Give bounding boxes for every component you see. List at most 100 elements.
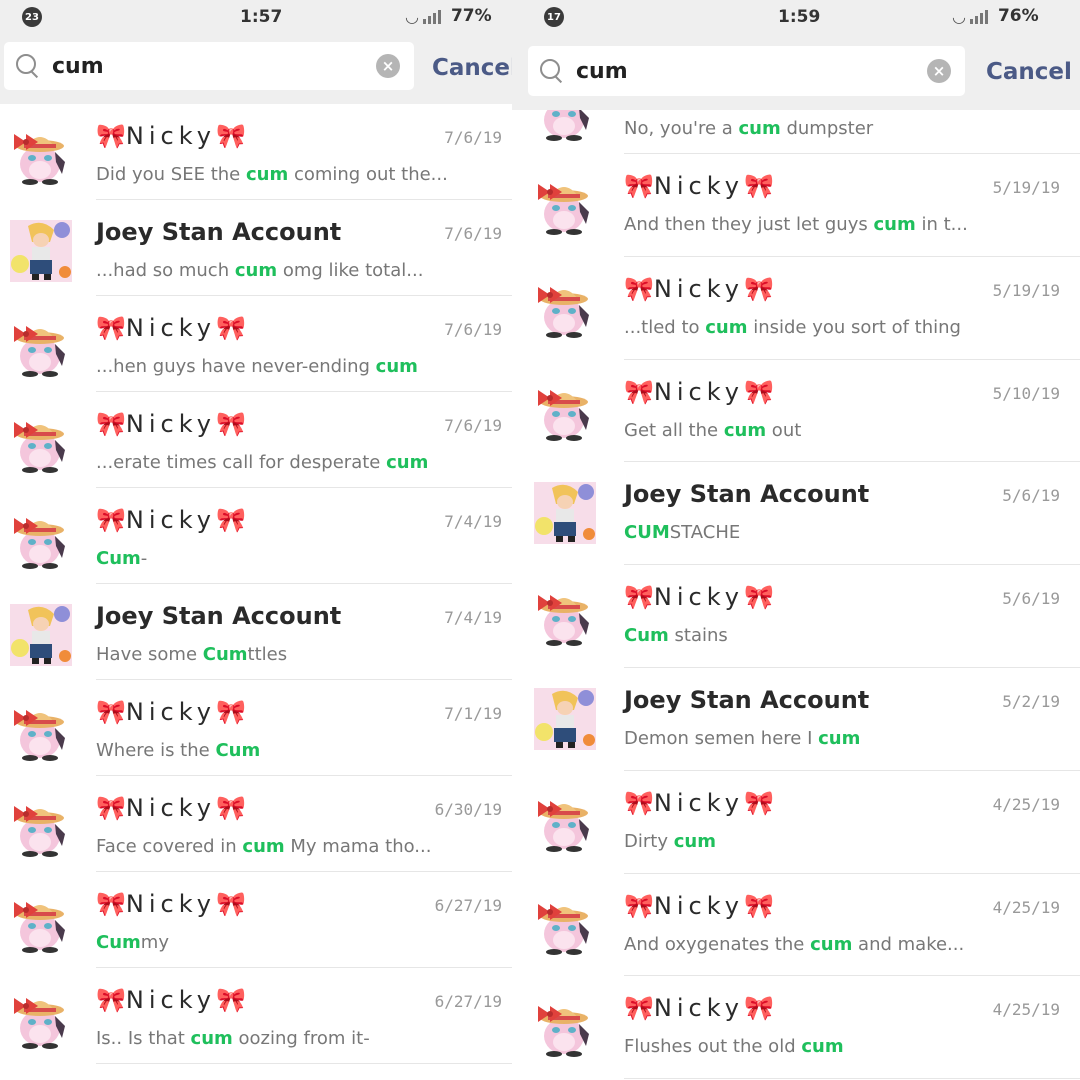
search-result-row[interactable]: 🎀Nicky🎀 5/19/19 ...tled to cum inside you … [512, 257, 1080, 360]
search-result-row[interactable]: 🎀Nicky🎀 7/6/19 ...hen guys have never-endi… [0, 296, 512, 392]
clear-search-icon[interactable]: × [927, 59, 951, 83]
left-screenshot: 23 1:57 ◡ 77% cum × Cancel 🎀Nicky🎀 7/6/19 Did you… [0, 0, 512, 1080]
search-match-highlight: CUM [624, 522, 670, 544]
search-result-row[interactable]: 🎀Nicky🎀 7/6/19 Did you SEE the cum coming … [0, 104, 512, 200]
message-preview: Dirty cum [624, 831, 716, 852]
contact-name-text: Nicky [125, 794, 216, 822]
message-preview: ...erate times call for desperate cum [96, 452, 428, 473]
preview-text-before: And then they just let guys [624, 214, 874, 235]
search-result-row[interactable]: 🎀Nicky🎀 5/6/19 Cum stains [512, 565, 1080, 668]
message-date: 7/4/19 [444, 512, 502, 531]
bow-icon: 🎀 [743, 274, 774, 303]
row-content: Joey Stan Account 7/6/19 ...had so much cu… [96, 200, 512, 296]
search-match-highlight: cum [873, 214, 916, 235]
search-result-row[interactable]: Joey Stan Account 7/6/19 ...had so much cu… [0, 200, 512, 296]
preview-text-after: My mama tho... [284, 836, 432, 857]
preview-text-after: ttles [247, 644, 288, 665]
row-content: 🎀Nicky🎀 6/27/19 Cummy [96, 872, 512, 968]
preview-text-after: out [766, 419, 802, 441]
search-result-row[interactable]: 🎀Nicky🎀 7/6/19 ...erate times call for des… [0, 392, 512, 488]
search-input[interactable]: cum × [4, 42, 414, 90]
contact-name: 🎀Nicky🎀 [96, 410, 246, 438]
row-content: 🎀Nicky🎀 4/25/19 And oxygenates the cum and… [624, 874, 1080, 977]
bow-icon: 🎀 [624, 788, 654, 817]
bow-icon: 🎀 [96, 698, 126, 726]
message-preview: ...tled to cum inside you sort of thing [624, 317, 961, 338]
message-date: 5/19/19 [992, 280, 1060, 300]
message-date: 7/4/19 [444, 608, 502, 627]
preview-text-before: Flushes out the old [624, 1036, 802, 1058]
joey-avatar [534, 687, 596, 750]
nicky-avatar [10, 124, 70, 186]
search-match-highlight: cum [245, 164, 289, 185]
contact-name: Joey Stan Account [96, 218, 342, 246]
bow-icon: 🎀 [215, 122, 246, 150]
row-content: 🎀Nicky🎀 7/6/19 Did you SEE the cum coming … [96, 104, 512, 200]
search-result-row[interactable]: 🎀Nicky🎀 4/25/19 And oxygenates the cum and… [512, 874, 1080, 977]
bow-icon: 🎀 [624, 891, 654, 920]
message-date: 5/10/19 [992, 383, 1060, 403]
search-result-row[interactable]: 🎀Nicky🎀 6/30/19 Face covered in cum My mam… [0, 776, 512, 872]
message-date: 7/6/19 [444, 320, 502, 339]
cancel-button[interactable]: Cancel [986, 59, 1072, 85]
wifi-icon: ◡ [952, 6, 966, 26]
bow-icon: 🎀 [215, 698, 246, 726]
message-date: 6/27/19 [434, 992, 502, 1011]
bow-icon: 🎀 [96, 794, 126, 822]
search-match-highlight: cum [738, 118, 781, 139]
contact-name: 🎀Nicky🎀 [96, 698, 246, 726]
status-time: 1:57 [240, 7, 283, 27]
bow-icon: 🎀 [96, 122, 126, 150]
search-result-row[interactable]: Joey Stan Account 5/2/19 Demon semen here … [512, 668, 1080, 771]
message-date: 7/6/19 [444, 416, 502, 435]
message-preview: CUMSTACHE [624, 522, 740, 543]
search-match-highlight: cum [190, 1028, 233, 1049]
preview-text-before: Get all the [624, 419, 724, 441]
row-content: 🎀Nicky🎀 6/30/19 Face covered in cum My mam… [96, 776, 512, 872]
contact-name: 🎀Nicky🎀 [96, 986, 246, 1014]
bow-icon: 🎀 [624, 377, 654, 406]
search-result-row[interactable]: 🎀Nicky🎀 6/27/19 Cummy [0, 872, 512, 968]
row-content: Joey Stan Account 5/6/19 CUMSTACHE [624, 462, 1080, 566]
search-result-row[interactable]: 🎀Nicky🎀 5/19/19 And then they just let guy… [512, 154, 1080, 257]
joey-avatar [10, 604, 72, 666]
row-content: 🎀Nicky🎀 4/25/19 Flushes out the old cum [624, 976, 1080, 1080]
joey-avatar [534, 482, 596, 545]
bow-icon: 🎀 [96, 314, 126, 342]
nicky-avatar [10, 796, 70, 858]
clear-search-icon[interactable]: × [376, 54, 400, 78]
message-preview: Is.. Is that cum oozing from it- [96, 1028, 370, 1049]
contact-name: 🎀Nicky🎀 [624, 172, 774, 200]
search-result-row[interactable]: 🎀Nicky🎀 7/4/19 Cum- [0, 488, 512, 584]
bow-icon: 🎀 [743, 891, 774, 920]
search-result-row[interactable]: 🎀Nicky🎀 7/1/19 Where is the Cum [0, 680, 512, 776]
contact-name-text: Nicky [653, 583, 744, 612]
search-result-row[interactable]: 🎀Nicky🎀 6/27/19 Is.. Is that cum oozing fr… [0, 968, 512, 1064]
search-result-row[interactable]: Joey Stan Account 7/4/19 Have some Cumttle… [0, 584, 512, 680]
search-result-row[interactable]: 🎀Nicky🎀 4/25/19 Dirty cum [512, 771, 1080, 874]
search-result-row[interactable]: 🎀Nicky🎀 4/25/19 Flushes out the old cum [512, 976, 1080, 1080]
search-match-highlight: cum [810, 933, 853, 955]
bow-icon: 🎀 [743, 583, 774, 612]
message-date: 5/6/19 [1002, 589, 1060, 609]
contact-name: Joey Stan Account [624, 685, 870, 714]
contact-name: 🎀Nicky🎀 [624, 994, 774, 1022]
cancel-button[interactable]: Cancel [432, 55, 512, 81]
search-result-row[interactable]: Joey Stan Account 5/6/19 CUMSTACHE [512, 462, 1080, 566]
search-results-list: No, you're a cum dumpster 🎀Nicky🎀 5/19/19 A… [512, 110, 1080, 1080]
preview-text-before: Demon semen here I [624, 727, 819, 749]
row-content: 🎀Nicky🎀 7/6/19 ...hen guys have never-endi… [96, 296, 512, 392]
bow-icon: 🎀 [743, 172, 774, 200]
search-result-row-partial[interactable]: No, you're a cum dumpster [512, 110, 1080, 154]
contact-name-text: Nicky [125, 122, 216, 150]
search-input[interactable]: cum × [528, 46, 965, 96]
search-match-highlight: Cum [202, 644, 248, 665]
preview-text-before: And oxygenates the [624, 933, 811, 955]
row-content: 🎀Nicky🎀 5/6/19 Cum stains [624, 565, 1080, 668]
search-match-highlight: cum [723, 419, 767, 441]
status-bar: 17 1:59 ◡ 76% [512, 0, 1080, 34]
contact-name-text: Nicky [653, 274, 744, 303]
status-icons: ◡ 77% [405, 6, 492, 26]
search-result-row[interactable]: 🎀Nicky🎀 5/10/19 Get all the cum out [512, 360, 1080, 463]
contact-name: 🎀Nicky🎀 [624, 583, 774, 611]
